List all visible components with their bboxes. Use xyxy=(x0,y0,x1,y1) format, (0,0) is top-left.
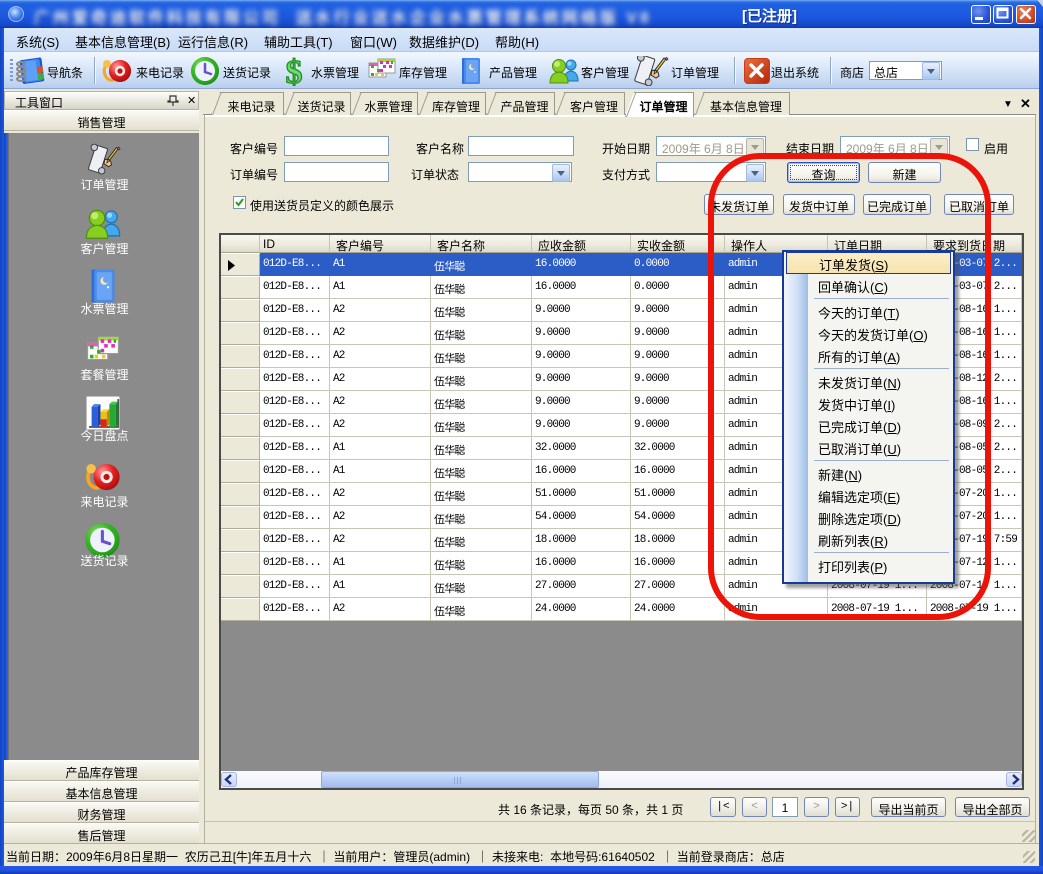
svg-text:$: $ xyxy=(286,56,303,86)
